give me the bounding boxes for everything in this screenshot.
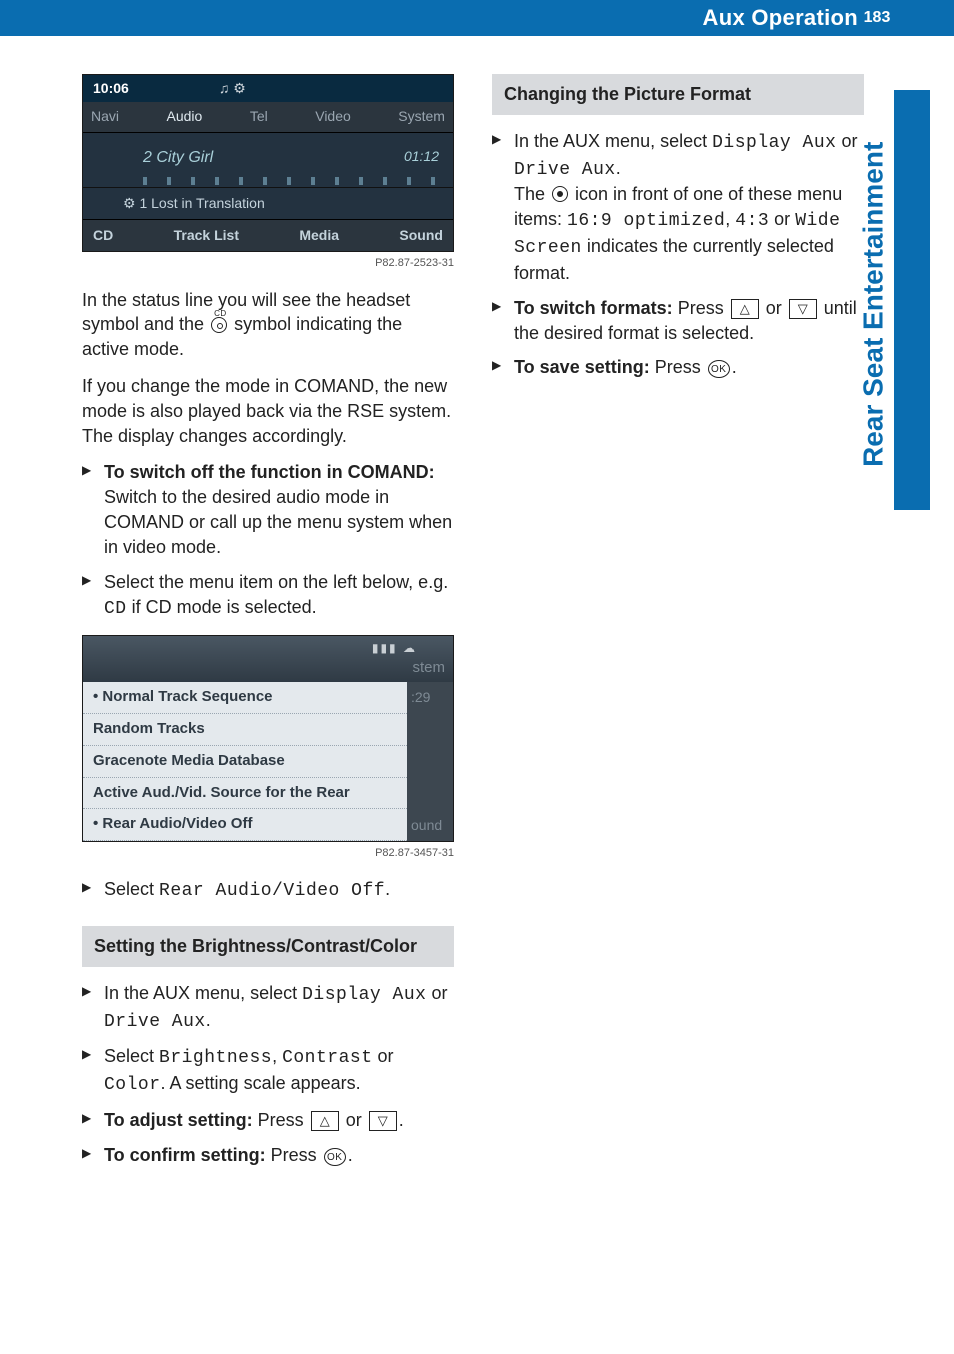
- menu-item-1: Random Tracks: [83, 714, 407, 746]
- image-id-2: P82.87-3457-31: [82, 846, 454, 861]
- right-column: Changing the Picture Format In the AUX m…: [492, 74, 864, 1182]
- instruction-list-2: Select Rear Audio/Video Off.: [82, 877, 454, 904]
- section-picture-format: Changing the Picture Format: [492, 74, 864, 115]
- menu-list: Normal Track Sequence Random Tracks Grac…: [83, 682, 407, 840]
- up-key-icon: △: [731, 299, 759, 319]
- screenshot-1: 10:06 ♫ ⚙ Navi Audio Tel Video System 01…: [82, 74, 454, 252]
- page-number: 183: [858, 0, 896, 36]
- header-bar: Aux Operation 183: [0, 0, 954, 36]
- tab-system: System: [398, 107, 445, 126]
- left-column: 10:06 ♫ ⚙ Navi Audio Tel Video System 01…: [82, 74, 454, 1182]
- dot-icon: [552, 186, 568, 202]
- image-id-1: P82.87-2523-31: [82, 256, 454, 271]
- tab-audio: Audio: [167, 107, 203, 126]
- sec1-b: Select Brightness, Contrast or Color. A …: [82, 1044, 454, 1098]
- track-time: 01:12: [404, 147, 439, 166]
- down-key-icon: ▽: [789, 299, 817, 319]
- ok-key-icon: OK: [324, 1148, 346, 1166]
- ok-key-icon: OK: [708, 360, 730, 378]
- bottom-media: Media: [299, 226, 339, 245]
- side-tab-label: Rear Seat Entertainment: [864, 115, 894, 475]
- list2-item-a: Select Rear Audio/Video Off.: [82, 877, 454, 904]
- menu-item-4: Rear Audio/Video Off: [83, 809, 407, 841]
- instruction-list-1: To switch off the function in COMAND: Sw…: [82, 460, 454, 621]
- section1-list: In the AUX menu, select Display Aux or D…: [82, 981, 454, 1168]
- header-title-wrap: Aux Operation: [703, 0, 858, 36]
- signal-icon: ▮▮▮ ☁: [372, 640, 417, 657]
- sec1-c: To adjust setting: Press △ or ▽.: [82, 1108, 454, 1133]
- list1-item-b: Select the menu item on the left below, …: [82, 570, 454, 622]
- right-strip: :29 ound: [407, 682, 453, 840]
- album-row: ⚙ 1 Lost in Translation: [83, 187, 453, 219]
- progress-bar: [143, 177, 439, 185]
- menu-item-0: Normal Track Sequence: [83, 682, 407, 714]
- down-key-icon: ▽: [369, 1111, 397, 1131]
- sec2-a: In the AUX menu, select Display Aux or D…: [492, 129, 864, 286]
- tab-navi: Navi: [91, 107, 119, 126]
- status-icons: ♫ ⚙: [219, 79, 246, 98]
- menu-item-2: Gracenote Media Database: [83, 746, 407, 778]
- sec1-d: To confirm setting: Press OK.: [82, 1143, 454, 1168]
- para-1: In the status line you will see the head…: [82, 288, 454, 362]
- header-title: Aux Operation: [703, 3, 858, 33]
- sec2-c: To save setting: Press OK.: [492, 355, 864, 380]
- track-title: 2 City Girl: [143, 147, 439, 169]
- up-key-icon: △: [311, 1111, 339, 1131]
- sec1-a: In the AUX menu, select Display Aux or D…: [82, 981, 454, 1035]
- section2-list: In the AUX menu, select Display Aux or D…: [492, 129, 864, 380]
- tab-video: Video: [315, 107, 351, 126]
- stem-label: stem: [412, 658, 445, 679]
- screenshot-2: ▮▮▮ ☁ stem Normal Track Sequence Random …: [82, 635, 454, 841]
- bottom-tracklist: Track List: [174, 226, 239, 245]
- cd-icon: [211, 317, 227, 333]
- para-2: If you change the mode in COMAND, the ne…: [82, 374, 454, 448]
- sec2-b: To switch formats: Press △ or ▽ until th…: [492, 296, 864, 346]
- tab-tel: Tel: [250, 107, 268, 126]
- clock: 10:06: [93, 79, 129, 98]
- list1-item-a: To switch off the function in COMAND: Sw…: [82, 460, 454, 559]
- section-brightness: Setting the Brightness/Contrast/Color: [82, 926, 454, 967]
- bottom-sound: Sound: [399, 226, 443, 245]
- side-tab: [894, 90, 930, 510]
- bottom-cd: CD: [93, 226, 113, 245]
- menu-item-3: Active Aud./Vid. Source for the Rear: [83, 778, 407, 810]
